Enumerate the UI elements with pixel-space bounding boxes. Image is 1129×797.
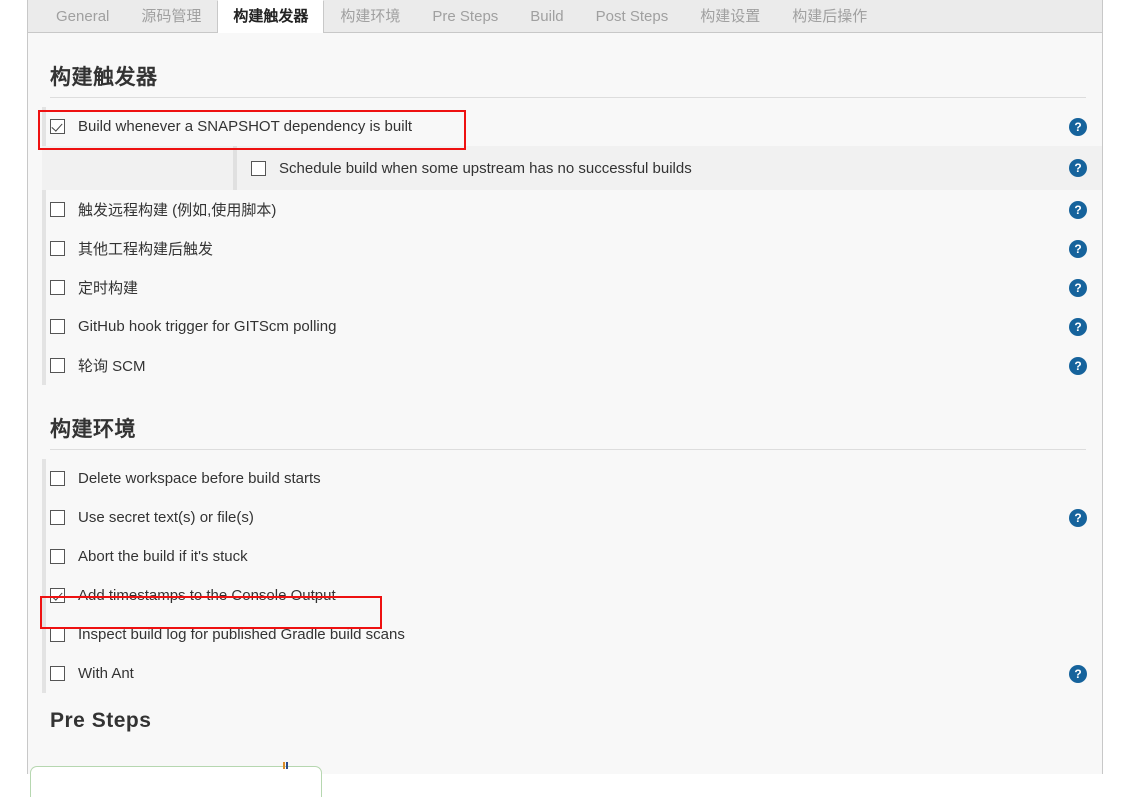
section-pre-steps: Pre Steps — [28, 709, 1102, 739]
checkbox-label[interactable]: Inspect build log for published Gradle b… — [78, 626, 405, 643]
help-icon[interactable]: ? — [1069, 159, 1087, 177]
checkbox-row[interactable]: GitHub hook trigger for GITScm polling? — [42, 307, 1102, 346]
checkbox-label[interactable]: GitHub hook trigger for GITScm polling — [78, 318, 336, 335]
checkbox-row[interactable]: 轮询 SCM? — [42, 346, 1102, 385]
checkbox-control[interactable]: Inspect build log for published Gradle b… — [50, 626, 1069, 643]
checkbox-label[interactable]: 其他工程构建后触发 — [78, 238, 213, 259]
checkbox-label[interactable]: Abort the build if it's stuck — [78, 548, 248, 565]
caret-marker-icon — [283, 762, 290, 769]
jenkins-config-page: General 源码管理 构建触发器 构建环境 Pre Steps Build Post S… — [0, 0, 1129, 797]
checkbox-row[interactable]: 其他工程构建后触发? — [42, 229, 1102, 268]
checkbox-row[interactable]: 定时构建? — [42, 268, 1102, 307]
checkbox-control[interactable]: Use secret text(s) or file(s) — [50, 509, 1069, 526]
checkbox-control[interactable]: Build whenever a SNAPSHOT dependency is … — [50, 118, 1069, 135]
checkbox-label[interactable]: With Ant — [78, 665, 134, 682]
tab-label: Build — [530, 8, 564, 25]
checkbox-label[interactable]: 触发远程构建 (例如,使用脚本) — [78, 199, 276, 220]
tab-8[interactable]: 构建后操作 — [776, 0, 883, 32]
config-content: 构建触发器 Build whenever a SNAPSHOT dependen… — [28, 33, 1102, 774]
help-icon[interactable]: ? — [1069, 117, 1087, 136]
section-title-build-triggers: 构建触发器 — [50, 66, 158, 89]
help-icon[interactable]: ? — [1069, 200, 1087, 219]
checkbox-row[interactable]: Abort the build if it's stuck — [42, 537, 1102, 576]
checkbox-control[interactable]: Schedule build when some upstream has no… — [251, 160, 1069, 177]
section-build-triggers: 构建触发器 Build whenever a SNAPSHOT dependen… — [28, 61, 1102, 385]
build-triggers-rows: Build whenever a SNAPSHOT dependency is … — [28, 107, 1102, 385]
section-title-pre-steps: Pre Steps — [50, 709, 152, 732]
tab-label: 构建环境 — [340, 8, 401, 25]
checkbox-label[interactable]: Use secret text(s) or file(s) — [78, 509, 254, 526]
help-icon[interactable]: ? — [1069, 239, 1087, 258]
config-tab-bar: General 源码管理 构建触发器 构建环境 Pre Steps Build Post S… — [28, 0, 1102, 33]
checkbox-checked[interactable] — [50, 588, 65, 603]
checkbox-unchecked[interactable] — [50, 241, 65, 256]
tab-label: 源码管理 — [141, 8, 202, 25]
tab-4[interactable]: Pre Steps — [416, 0, 514, 32]
nested-indent-guide — [233, 146, 237, 190]
checkbox-control[interactable]: Delete workspace before build starts — [50, 470, 1069, 487]
checkbox-label[interactable]: Add timestamps to the Console Output — [78, 587, 336, 604]
checkbox-control[interactable]: Add timestamps to the Console Output — [50, 587, 1069, 604]
build-environment-rows: Delete workspace before build starts Use … — [28, 459, 1102, 693]
checkbox-label[interactable]: 轮询 SCM — [78, 355, 146, 376]
checkbox-row[interactable]: Schedule build when some upstream has no… — [42, 146, 1102, 190]
tab-label: Pre Steps — [432, 8, 499, 25]
checkbox-unchecked[interactable] — [50, 471, 65, 486]
checkbox-control[interactable]: 定时构建 — [50, 277, 1069, 298]
tab-label: 构建触发器 — [233, 8, 309, 25]
help-icon-placeholder — [1069, 548, 1087, 566]
checkbox-control[interactable]: With Ant — [50, 665, 1069, 682]
help-icon[interactable]: ? — [1069, 664, 1087, 683]
checkbox-unchecked[interactable] — [50, 549, 65, 564]
checkbox-control[interactable]: 触发远程构建 (例如,使用脚本) — [50, 199, 1069, 220]
tab-5[interactable]: Build — [514, 0, 579, 32]
checkbox-checked[interactable] — [50, 119, 65, 134]
checkbox-control[interactable]: Abort the build if it's stuck — [50, 548, 1069, 565]
help-icon-placeholder — [1069, 626, 1087, 644]
tab-1[interactable]: 源码管理 — [125, 0, 217, 32]
tab-label: General — [56, 8, 110, 25]
checkbox-unchecked[interactable] — [50, 319, 65, 334]
checkbox-unchecked[interactable] — [50, 627, 65, 642]
tab-label: Post Steps — [595, 8, 669, 25]
checkbox-unchecked[interactable] — [50, 358, 65, 373]
checkbox-control[interactable]: GitHub hook trigger for GITScm polling — [50, 318, 1069, 335]
help-icon[interactable]: ? — [1069, 356, 1087, 375]
checkbox-label[interactable]: Schedule build when some upstream has no… — [279, 160, 692, 177]
checkbox-row[interactable]: Use secret text(s) or file(s)? — [42, 498, 1102, 537]
checkbox-row[interactable]: With Ant? — [42, 654, 1102, 693]
section-title-build-environment: 构建环境 — [50, 418, 136, 441]
checkbox-unchecked[interactable] — [50, 666, 65, 681]
checkbox-control[interactable]: 轮询 SCM — [50, 355, 1069, 376]
help-icon[interactable]: ? — [1069, 278, 1087, 297]
checkbox-unchecked[interactable] — [251, 160, 266, 176]
checkbox-row[interactable]: Add timestamps to the Console Output — [42, 576, 1102, 615]
checkbox-row[interactable]: Build whenever a SNAPSHOT dependency is … — [42, 107, 1102, 146]
checkbox-control[interactable]: 其他工程构建后触发 — [50, 238, 1069, 259]
tab-6[interactable]: Post Steps — [580, 0, 685, 32]
checkbox-row[interactable]: Inspect build log for published Gradle b… — [42, 615, 1102, 654]
checkbox-row[interactable]: 触发远程构建 (例如,使用脚本)? — [42, 190, 1102, 229]
tab-7[interactable]: 构建设置 — [684, 0, 776, 32]
pre-steps-add-panel[interactable] — [30, 766, 322, 797]
checkbox-label[interactable]: 定时构建 — [78, 277, 138, 298]
help-icon[interactable]: ? — [1069, 317, 1087, 336]
checkbox-unchecked[interactable] — [50, 510, 65, 525]
checkbox-label[interactable]: Delete workspace before build starts — [78, 470, 321, 487]
tab-label: 构建设置 — [700, 8, 761, 25]
config-form-panel: General 源码管理 构建触发器 构建环境 Pre Steps Build Post S… — [27, 0, 1103, 774]
checkbox-row[interactable]: Delete workspace before build starts — [42, 459, 1102, 498]
checkbox-label[interactable]: Build whenever a SNAPSHOT dependency is … — [78, 118, 412, 135]
checkbox-unchecked[interactable] — [50, 202, 65, 217]
help-icon-placeholder — [1069, 470, 1087, 488]
help-icon[interactable]: ? — [1069, 508, 1087, 527]
tab-3[interactable]: 构建环境 — [324, 0, 416, 32]
tab-label: 构建后操作 — [792, 8, 868, 25]
tab-0[interactable]: General — [40, 0, 125, 32]
tab-2[interactable]: 构建触发器 — [217, 0, 325, 33]
help-icon-placeholder — [1069, 587, 1087, 605]
checkbox-unchecked[interactable] — [50, 280, 65, 295]
section-build-environment: 构建环境 Delete workspace before build start… — [28, 413, 1102, 693]
